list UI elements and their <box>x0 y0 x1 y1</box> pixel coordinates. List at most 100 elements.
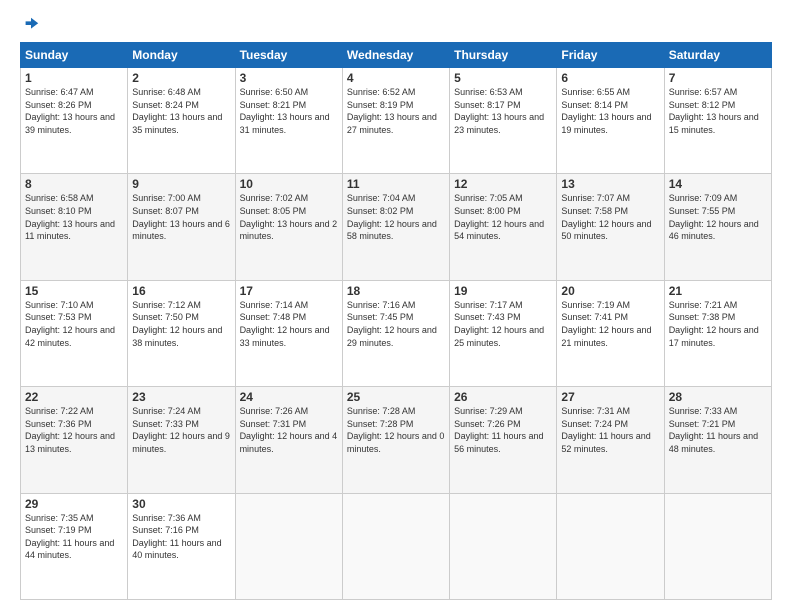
calendar-header-sunday: Sunday <box>21 43 128 68</box>
calendar-header-monday: Monday <box>128 43 235 68</box>
calendar-day-cell: 14 Sunrise: 7:09 AMSunset: 7:55 PMDayligh… <box>664 174 771 280</box>
day-info: Sunrise: 7:12 AMSunset: 7:50 PMDaylight:… <box>132 300 222 348</box>
day-info: Sunrise: 7:22 AMSunset: 7:36 PMDaylight:… <box>25 406 115 454</box>
calendar-header-saturday: Saturday <box>664 43 771 68</box>
day-number: 14 <box>669 177 767 191</box>
day-number: 11 <box>347 177 445 191</box>
calendar-day-cell: 16 Sunrise: 7:12 AMSunset: 7:50 PMDayligh… <box>128 280 235 386</box>
calendar-empty-cell <box>664 493 771 599</box>
calendar-day-cell: 28 Sunrise: 7:33 AMSunset: 7:21 PMDayligh… <box>664 387 771 493</box>
day-number: 23 <box>132 390 230 404</box>
calendar-header-tuesday: Tuesday <box>235 43 342 68</box>
calendar-day-cell: 30 Sunrise: 7:36 AMSunset: 7:16 PMDayligh… <box>128 493 235 599</box>
calendar-header-row: SundayMondayTuesdayWednesdayThursdayFrid… <box>21 43 772 68</box>
day-number: 5 <box>454 71 552 85</box>
day-number: 3 <box>240 71 338 85</box>
day-info: Sunrise: 7:31 AMSunset: 7:24 PMDaylight:… <box>561 406 650 454</box>
calendar-day-cell: 10 Sunrise: 7:02 AMSunset: 8:05 PMDayligh… <box>235 174 342 280</box>
day-info: Sunrise: 7:33 AMSunset: 7:21 PMDaylight:… <box>669 406 758 454</box>
day-number: 29 <box>25 497 123 511</box>
day-number: 28 <box>669 390 767 404</box>
day-number: 25 <box>347 390 445 404</box>
day-info: Sunrise: 6:48 AMSunset: 8:24 PMDaylight:… <box>132 87 222 135</box>
day-number: 17 <box>240 284 338 298</box>
calendar-week-row: 22 Sunrise: 7:22 AMSunset: 7:36 PMDayligh… <box>21 387 772 493</box>
calendar-day-cell: 21 Sunrise: 7:21 AMSunset: 7:38 PMDayligh… <box>664 280 771 386</box>
day-number: 12 <box>454 177 552 191</box>
day-info: Sunrise: 7:35 AMSunset: 7:19 PMDaylight:… <box>25 513 114 561</box>
day-info: Sunrise: 7:04 AMSunset: 8:02 PMDaylight:… <box>347 193 437 241</box>
calendar-day-cell: 11 Sunrise: 7:04 AMSunset: 8:02 PMDayligh… <box>342 174 449 280</box>
day-info: Sunrise: 7:29 AMSunset: 7:26 PMDaylight:… <box>454 406 543 454</box>
day-info: Sunrise: 7:05 AMSunset: 8:00 PMDaylight:… <box>454 193 544 241</box>
day-number: 21 <box>669 284 767 298</box>
calendar-day-cell: 4 Sunrise: 6:52 AMSunset: 8:19 PMDaylight… <box>342 68 449 174</box>
day-info: Sunrise: 7:09 AMSunset: 7:55 PMDaylight:… <box>669 193 759 241</box>
calendar-day-cell: 13 Sunrise: 7:07 AMSunset: 7:58 PMDayligh… <box>557 174 664 280</box>
day-info: Sunrise: 7:00 AMSunset: 8:07 PMDaylight:… <box>132 193 230 241</box>
calendar-table: SundayMondayTuesdayWednesdayThursdayFrid… <box>20 42 772 600</box>
day-info: Sunrise: 7:14 AMSunset: 7:48 PMDaylight:… <box>240 300 330 348</box>
header <box>20 16 772 34</box>
day-info: Sunrise: 7:10 AMSunset: 7:53 PMDaylight:… <box>25 300 115 348</box>
calendar-day-cell: 27 Sunrise: 7:31 AMSunset: 7:24 PMDayligh… <box>557 387 664 493</box>
calendar-week-row: 15 Sunrise: 7:10 AMSunset: 7:53 PMDayligh… <box>21 280 772 386</box>
day-info: Sunrise: 7:26 AMSunset: 7:31 PMDaylight:… <box>240 406 338 454</box>
day-number: 13 <box>561 177 659 191</box>
calendar-day-cell: 18 Sunrise: 7:16 AMSunset: 7:45 PMDayligh… <box>342 280 449 386</box>
calendar-day-cell: 20 Sunrise: 7:19 AMSunset: 7:41 PMDayligh… <box>557 280 664 386</box>
logo-flag-icon <box>22 16 40 34</box>
calendar-day-cell: 3 Sunrise: 6:50 AMSunset: 8:21 PMDaylight… <box>235 68 342 174</box>
calendar-day-cell: 12 Sunrise: 7:05 AMSunset: 8:00 PMDayligh… <box>450 174 557 280</box>
calendar-empty-cell <box>450 493 557 599</box>
day-info: Sunrise: 6:50 AMSunset: 8:21 PMDaylight:… <box>240 87 330 135</box>
calendar-week-row: 29 Sunrise: 7:35 AMSunset: 7:19 PMDayligh… <box>21 493 772 599</box>
day-number: 10 <box>240 177 338 191</box>
day-number: 30 <box>132 497 230 511</box>
day-number: 6 <box>561 71 659 85</box>
day-number: 26 <box>454 390 552 404</box>
day-number: 7 <box>669 71 767 85</box>
day-info: Sunrise: 7:28 AMSunset: 7:28 PMDaylight:… <box>347 406 445 454</box>
day-number: 18 <box>347 284 445 298</box>
day-number: 15 <box>25 284 123 298</box>
calendar-day-cell: 15 Sunrise: 7:10 AMSunset: 7:53 PMDayligh… <box>21 280 128 386</box>
calendar-day-cell: 23 Sunrise: 7:24 AMSunset: 7:33 PMDayligh… <box>128 387 235 493</box>
day-info: Sunrise: 7:36 AMSunset: 7:16 PMDaylight:… <box>132 513 221 561</box>
day-info: Sunrise: 6:57 AMSunset: 8:12 PMDaylight:… <box>669 87 759 135</box>
day-info: Sunrise: 6:53 AMSunset: 8:17 PMDaylight:… <box>454 87 544 135</box>
day-info: Sunrise: 7:21 AMSunset: 7:38 PMDaylight:… <box>669 300 759 348</box>
day-number: 27 <box>561 390 659 404</box>
calendar-day-cell: 2Sunrise: 6:48 AMSunset: 8:24 PMDaylight… <box>128 68 235 174</box>
calendar-day-cell: 26 Sunrise: 7:29 AMSunset: 7:26 PMDayligh… <box>450 387 557 493</box>
day-number: 8 <box>25 177 123 191</box>
day-info: Sunrise: 7:07 AMSunset: 7:58 PMDaylight:… <box>561 193 651 241</box>
calendar-day-cell: 6 Sunrise: 6:55 AMSunset: 8:14 PMDaylight… <box>557 68 664 174</box>
day-number: 9 <box>132 177 230 191</box>
day-info: Sunrise: 7:16 AMSunset: 7:45 PMDaylight:… <box>347 300 437 348</box>
calendar-empty-cell <box>235 493 342 599</box>
calendar-empty-cell <box>557 493 664 599</box>
day-info: Sunrise: 7:19 AMSunset: 7:41 PMDaylight:… <box>561 300 651 348</box>
calendar-week-row: 8 Sunrise: 6:58 AMSunset: 8:10 PMDaylight… <box>21 174 772 280</box>
calendar-day-cell: 1Sunrise: 6:47 AMSunset: 8:26 PMDaylight… <box>21 68 128 174</box>
calendar-day-cell: 24Sunrise: 7:26 AMSunset: 7:31 PMDayligh… <box>235 387 342 493</box>
day-number: 19 <box>454 284 552 298</box>
day-number: 20 <box>561 284 659 298</box>
calendar-day-cell: 19Sunrise: 7:17 AMSunset: 7:43 PMDayligh… <box>450 280 557 386</box>
day-info: Sunrise: 7:24 AMSunset: 7:33 PMDaylight:… <box>132 406 230 454</box>
day-number: 16 <box>132 284 230 298</box>
calendar-day-cell: 9 Sunrise: 7:00 AMSunset: 8:07 PMDaylight… <box>128 174 235 280</box>
day-info: Sunrise: 6:58 AMSunset: 8:10 PMDaylight:… <box>25 193 115 241</box>
calendar-empty-cell <box>342 493 449 599</box>
day-info: Sunrise: 6:52 AMSunset: 8:19 PMDaylight:… <box>347 87 437 135</box>
day-info: Sunrise: 6:55 AMSunset: 8:14 PMDaylight:… <box>561 87 651 135</box>
day-info: Sunrise: 7:02 AMSunset: 8:05 PMDaylight:… <box>240 193 338 241</box>
day-number: 22 <box>25 390 123 404</box>
calendar-day-cell: 22 Sunrise: 7:22 AMSunset: 7:36 PMDayligh… <box>21 387 128 493</box>
calendar-day-cell: 5 Sunrise: 6:53 AMSunset: 8:17 PMDaylight… <box>450 68 557 174</box>
page: SundayMondayTuesdayWednesdayThursdayFrid… <box>0 0 792 612</box>
calendar-week-row: 1Sunrise: 6:47 AMSunset: 8:26 PMDaylight… <box>21 68 772 174</box>
calendar-day-cell: 8 Sunrise: 6:58 AMSunset: 8:10 PMDaylight… <box>21 174 128 280</box>
day-number: 4 <box>347 71 445 85</box>
